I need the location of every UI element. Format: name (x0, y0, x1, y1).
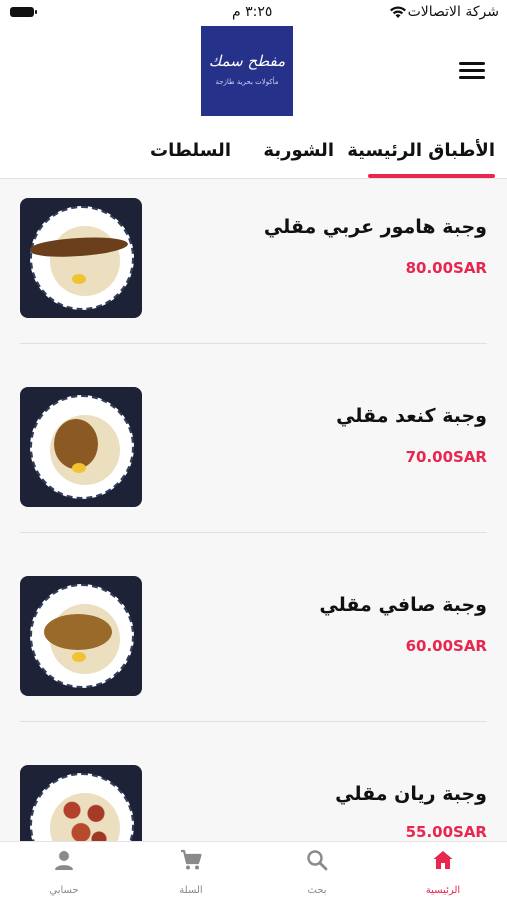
menu-icon[interactable] (459, 62, 485, 82)
dish-image (20, 576, 142, 696)
dish-price: 55.00SAR (405, 823, 487, 841)
dish-name: وجبة صافي مقلي (319, 594, 487, 616)
cart-icon (181, 849, 202, 870)
menu-item[interactable]: وجبة كنعد مقلي 70.00SAR (0, 368, 507, 557)
menu-item[interactable]: وجبة صافي مقلي 60.00SAR (0, 557, 507, 746)
dish-image (20, 198, 142, 318)
bottom-tab-bar: الرئيسية بحث السلة حسابي (0, 841, 507, 901)
account-icon (55, 851, 73, 870)
tabbar-search-label: بحث (307, 885, 327, 896)
tab-salads[interactable]: السلطات (150, 140, 231, 161)
app-header: مفطح سمك مأكولات بحرية طازجة (0, 26, 507, 130)
home-icon (433, 851, 453, 869)
dish-name: وجبة هامور عربي مقلي (263, 216, 487, 238)
menu-item[interactable]: وجبة هامور عربي مقلي 80.00SAR (0, 179, 507, 368)
tabbar-search[interactable]: بحث (267, 842, 367, 901)
tab-main-dishes[interactable]: الأطباق الرئيسية (347, 140, 495, 161)
tabbar-cart-label: السلة (179, 885, 203, 896)
dish-name: وجبة كنعد مقلي (336, 405, 487, 427)
tabbar-account[interactable]: حسابي (14, 842, 114, 901)
status-bar: ٣:٢٥ م شركة الاتصالات (0, 0, 507, 26)
tabbar-home[interactable]: الرئيسية (393, 842, 493, 901)
divider (20, 532, 487, 533)
menu-item[interactable]: وجبة ريان مقلي 55.00SAR (0, 746, 507, 841)
restaurant-logo: مفطح سمك مأكولات بحرية طازجة (201, 26, 293, 116)
battery-icon (10, 7, 37, 17)
dish-image (20, 387, 142, 507)
menu-item-list: وجبة هامور عربي مقلي 80.00SAR وجبة كنعد … (0, 179, 507, 841)
wifi-icon (390, 6, 406, 18)
dish-price: 70.00SAR (405, 448, 487, 466)
tab-soup[interactable]: الشوربة (263, 140, 334, 161)
dish-name: وجبة ريان مقلي (335, 783, 487, 805)
dish-price: 60.00SAR (405, 637, 487, 655)
tabbar-cart[interactable]: السلة (141, 842, 241, 901)
tabbar-home-label: الرئيسية (425, 885, 461, 896)
logo-subtext: مأكولات بحرية طازجة (215, 78, 279, 86)
tabbar-account-label: حسابي (49, 885, 79, 896)
divider (20, 721, 487, 722)
dish-image (20, 765, 142, 841)
divider (20, 343, 487, 344)
carrier-name: شركة الاتصالات (407, 4, 499, 20)
logo-text: مفطح سمك (208, 52, 286, 70)
dish-price: 80.00SAR (405, 259, 487, 277)
status-time: ٣:٢٥ م (232, 4, 273, 20)
active-tab-indicator (368, 174, 495, 178)
search-icon (307, 850, 328, 871)
category-tabs: الأطباق الرئيسية الشوربة السلطات (0, 130, 507, 179)
